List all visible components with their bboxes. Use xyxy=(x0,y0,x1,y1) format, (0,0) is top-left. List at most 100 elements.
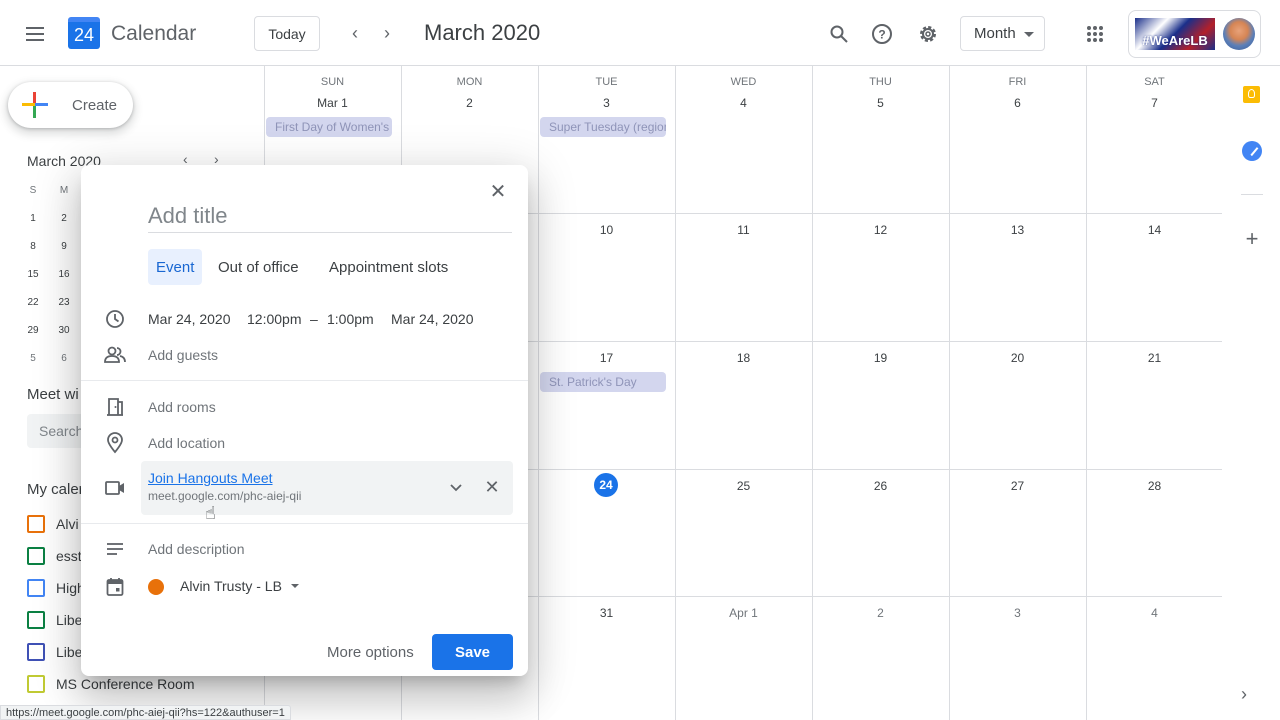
mini-day[interactable]: 5 xyxy=(23,353,43,364)
day-number[interactable]: 31 xyxy=(538,606,675,620)
mini-day[interactable]: 8 xyxy=(23,241,43,252)
mini-day[interactable]: 22 xyxy=(23,297,43,308)
dialog-divider xyxy=(81,523,528,524)
mini-day[interactable]: 9 xyxy=(54,241,74,252)
event-title-input[interactable] xyxy=(148,199,512,233)
add-rooms-field[interactable]: Add rooms xyxy=(148,399,216,415)
calendar-select-dropdown[interactable]: Alvin Trusty - LB xyxy=(180,578,299,594)
day-number[interactable]: Apr 1 xyxy=(675,606,812,620)
day-number[interactable]: 6 xyxy=(949,96,1086,110)
calendar-item[interactable]: esst xyxy=(27,546,82,566)
day-number[interactable]: 4 xyxy=(675,96,812,110)
day-number[interactable]: 5 xyxy=(812,96,949,110)
keep-icon[interactable] xyxy=(1243,86,1260,103)
main-menu-button[interactable] xyxy=(18,17,52,51)
calendar-checkbox[interactable] xyxy=(27,611,45,629)
end-date[interactable]: Mar 24, 2020 xyxy=(391,311,474,327)
day-number[interactable]: 17 xyxy=(538,351,675,365)
day-number[interactable]: 26 xyxy=(812,479,949,493)
day-number[interactable]: 21 xyxy=(1086,351,1223,365)
day-number[interactable]: 10 xyxy=(538,223,675,237)
add-guests-field[interactable]: Add guests xyxy=(148,347,218,363)
save-button[interactable]: Save xyxy=(432,634,513,670)
mini-day[interactable]: 1 xyxy=(23,213,43,224)
user-avatar[interactable] xyxy=(1223,18,1255,50)
calendar-item[interactable]: MS Conference Room xyxy=(27,674,195,694)
tasks-icon[interactable] xyxy=(1242,141,1262,161)
mini-dow: M xyxy=(59,185,69,196)
day-number[interactable]: 2 xyxy=(812,606,949,620)
day-number[interactable]: 14 xyxy=(1086,223,1223,237)
day-number[interactable]: 25 xyxy=(675,479,812,493)
add-description-field[interactable]: Add description xyxy=(148,541,245,557)
account-switcher[interactable]: #WeAreLB xyxy=(1128,10,1261,58)
create-event-button[interactable]: Create xyxy=(8,82,133,128)
day-number[interactable]: 18 xyxy=(675,351,812,365)
mini-day[interactable]: 30 xyxy=(54,325,74,336)
day-number[interactable]: 2 xyxy=(401,96,538,110)
holiday-event-chip[interactable]: St. Patrick's Day xyxy=(540,372,666,392)
get-addons-plus-icon[interactable]: + xyxy=(1239,226,1265,252)
holiday-event-chip[interactable]: First Day of Women's History Month xyxy=(266,117,392,137)
mini-day[interactable]: 2 xyxy=(54,213,74,224)
join-meet-link[interactable]: Join Hangouts Meet xyxy=(148,470,273,486)
calendar-item[interactable]: High xyxy=(27,578,85,598)
calendar-checkbox[interactable] xyxy=(27,579,45,597)
day-cell[interactable] xyxy=(813,67,949,213)
organization-logo: #WeAreLB xyxy=(1135,18,1215,50)
day-number[interactable]: Mar 1 xyxy=(264,96,401,110)
my-calendars-title[interactable]: My caler xyxy=(27,481,84,498)
day-cell[interactable] xyxy=(676,67,812,213)
add-location-field[interactable]: Add location xyxy=(148,435,225,451)
today-day-number[interactable]: 24 xyxy=(594,473,618,497)
calendar-checkbox[interactable] xyxy=(27,643,45,661)
day-number[interactable]: 28 xyxy=(1086,479,1223,493)
holiday-event-chip[interactable]: Super Tuesday (regional) xyxy=(540,117,666,137)
search-button[interactable] xyxy=(822,17,856,51)
day-number[interactable]: 27 xyxy=(949,479,1086,493)
day-number[interactable]: 20 xyxy=(949,351,1086,365)
day-number[interactable]: 11 xyxy=(675,223,812,237)
calendar-item[interactable]: Libe xyxy=(27,642,82,662)
end-time[interactable]: 1:00pm xyxy=(327,311,374,327)
more-options-button[interactable]: More options xyxy=(317,634,424,670)
mini-day[interactable]: 6 xyxy=(54,353,74,364)
day-number[interactable]: 3 xyxy=(538,96,675,110)
tab-event[interactable]: Event xyxy=(148,249,203,285)
conference-options-chevron-icon[interactable] xyxy=(444,476,468,500)
day-number[interactable]: 3 xyxy=(949,606,1086,620)
tab-out-of-office[interactable]: Out of office xyxy=(210,249,307,285)
day-cell[interactable] xyxy=(539,67,675,213)
expand-panel-chevron-icon[interactable]: › xyxy=(1241,684,1247,705)
help-button[interactable]: ? xyxy=(865,17,899,51)
start-date[interactable]: Mar 24, 2020 xyxy=(148,311,231,327)
day-cell[interactable] xyxy=(950,67,1086,213)
remove-conference-button[interactable]: ✕ xyxy=(480,475,504,499)
calendar-checkbox[interactable] xyxy=(27,515,45,533)
today-button[interactable]: Today xyxy=(254,16,320,51)
settings-button[interactable] xyxy=(911,17,945,51)
view-switcher-dropdown[interactable]: Month xyxy=(960,16,1045,51)
start-time[interactable]: 12:00pm xyxy=(247,311,301,327)
mini-day[interactable]: 16 xyxy=(54,269,74,280)
tab-appointment-slots[interactable]: Appointment slots xyxy=(321,249,456,285)
previous-period-button[interactable]: ‹ xyxy=(343,20,367,46)
day-number[interactable]: 13 xyxy=(949,223,1086,237)
calendar-checkbox[interactable] xyxy=(27,547,45,565)
calendar-label: esst xyxy=(56,548,82,564)
mini-day[interactable]: 29 xyxy=(23,325,43,336)
day-number[interactable]: 7 xyxy=(1086,96,1223,110)
calendar-item[interactable]: Alvi xyxy=(27,514,79,534)
calendar-item[interactable]: Libe xyxy=(27,610,82,630)
day-number[interactable]: 4 xyxy=(1086,606,1223,620)
link-status-bar: https://meet.google.com/phc-aiej-qii?hs=… xyxy=(0,705,291,720)
apps-launcher-button[interactable] xyxy=(1078,17,1112,51)
day-number[interactable]: 12 xyxy=(812,223,949,237)
mini-day[interactable]: 15 xyxy=(23,269,43,280)
mini-day[interactable]: 23 xyxy=(54,297,74,308)
day-number[interactable]: 19 xyxy=(812,351,949,365)
next-period-button[interactable]: › xyxy=(375,20,399,46)
calendar-checkbox[interactable] xyxy=(27,675,45,693)
day-cell[interactable] xyxy=(1087,67,1223,213)
calendar-label: Libe xyxy=(56,644,83,660)
